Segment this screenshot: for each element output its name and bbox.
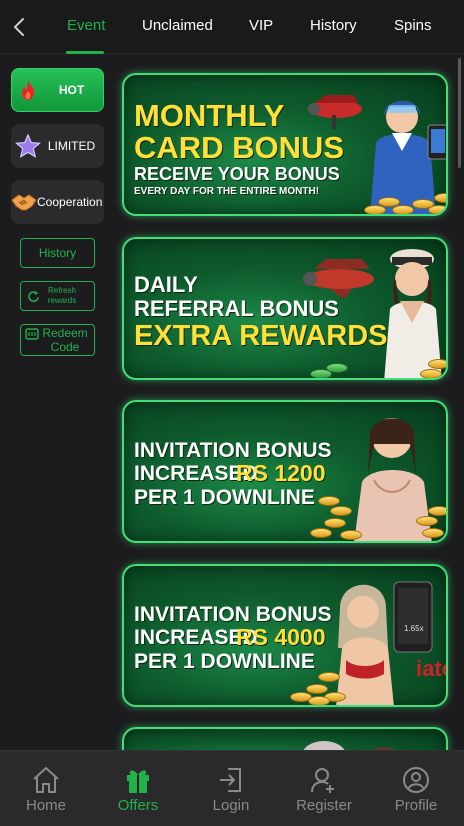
gift-icon [127,770,149,793]
redeem-code-label: Redeem Code [42,326,88,354]
handshake-icon [11,192,37,212]
svg-text:iato: iato [416,656,448,681]
banner-caption: EVERY DAY FOR THE ENTIRE MONTH! [134,186,320,197]
category-label: Cooperation [37,194,103,209]
tab-spins[interactable]: Spins [394,17,432,34]
nav-profile-label: Profile [394,797,438,814]
star-icon [11,134,45,158]
coin-pile [310,488,446,541]
coin-pile [364,187,446,214]
nav-home-label: Home [25,797,66,814]
nav-login[interactable]: Login [185,751,277,826]
refresh-rewards-button[interactable]: Refresh rewards [20,281,95,311]
banner-amount: RS 4000 [236,624,326,650]
category-hot[interactable]: HOT [11,68,104,112]
nav-offers[interactable]: Offers [92,751,184,826]
tab-history[interactable]: History [310,17,357,34]
category-label: LIMITED [47,138,96,153]
banner-amount: RS 1200 [236,460,326,486]
nav-home[interactable]: Home [0,751,92,826]
coin-pile [310,351,446,378]
phone-multiplier-text: 1.65x [404,624,424,633]
nav-register[interactable]: Register [278,751,370,826]
add-user-icon [311,768,334,793]
banner-title-line1: DAILY [134,272,198,297]
home-icon [33,767,59,793]
history-button[interactable]: History [20,238,95,268]
nav-register-label: Register [296,797,352,814]
nav-offers-label: Offers [117,797,159,814]
nav-login-label: Login [212,797,250,814]
tab-event[interactable]: Event [67,17,105,34]
coin-pile [290,666,410,705]
banner-invitation-bonus-4000[interactable]: INVITATION BONUS INCREASED RS 4000 PER 1… [122,564,448,707]
flame-icon [11,79,45,101]
ticket-icon [25,328,39,340]
login-icon [220,768,241,792]
nav-profile[interactable]: Profile [370,751,462,826]
scrollbar[interactable] [458,58,461,168]
refresh-icon [28,290,39,302]
history-button-label: History [38,246,77,260]
banner-invitation-bonus-1200[interactable]: INVITATION BONUS INCREASED RS 1200 PER 1… [122,400,448,543]
category-sidebar: HOT LIMITED Cooperation History Refresh … [0,55,112,750]
top-tab-bar: Event Unclaimed VIP History Spins [0,0,464,54]
back-button[interactable] [8,13,32,41]
bottom-navigation: Home Offers Login Register Profile [0,750,464,826]
chevron-left-icon [13,18,24,36]
banner-title-line1: MONTHLY [134,98,285,133]
profile-icon [403,767,429,793]
category-limited[interactable]: LIMITED [11,124,104,168]
tab-vip[interactable]: VIP [249,17,273,34]
redeem-code-button[interactable]: Redeem Code [20,324,95,356]
banner-daily-referral-bonus[interactable]: DAILY REFERRAL BONUS EXTRA REWARDS [122,237,448,380]
active-tab-indicator [66,51,104,54]
category-cooperation[interactable]: Cooperation [11,180,104,224]
category-label: HOT [58,82,85,97]
refresh-rewards-label: Refresh rewards [47,286,77,305]
banner-title-line3: PER 1 DOWNLINE [134,650,315,673]
banner-monthly-card-bonus[interactable]: MONTHLY CARD BONUS RECEIVE YOUR BONUS EV… [122,73,448,216]
banner-title-line3: PER 1 DOWNLINE [134,486,315,509]
tab-unclaimed[interactable]: Unclaimed [142,17,213,34]
